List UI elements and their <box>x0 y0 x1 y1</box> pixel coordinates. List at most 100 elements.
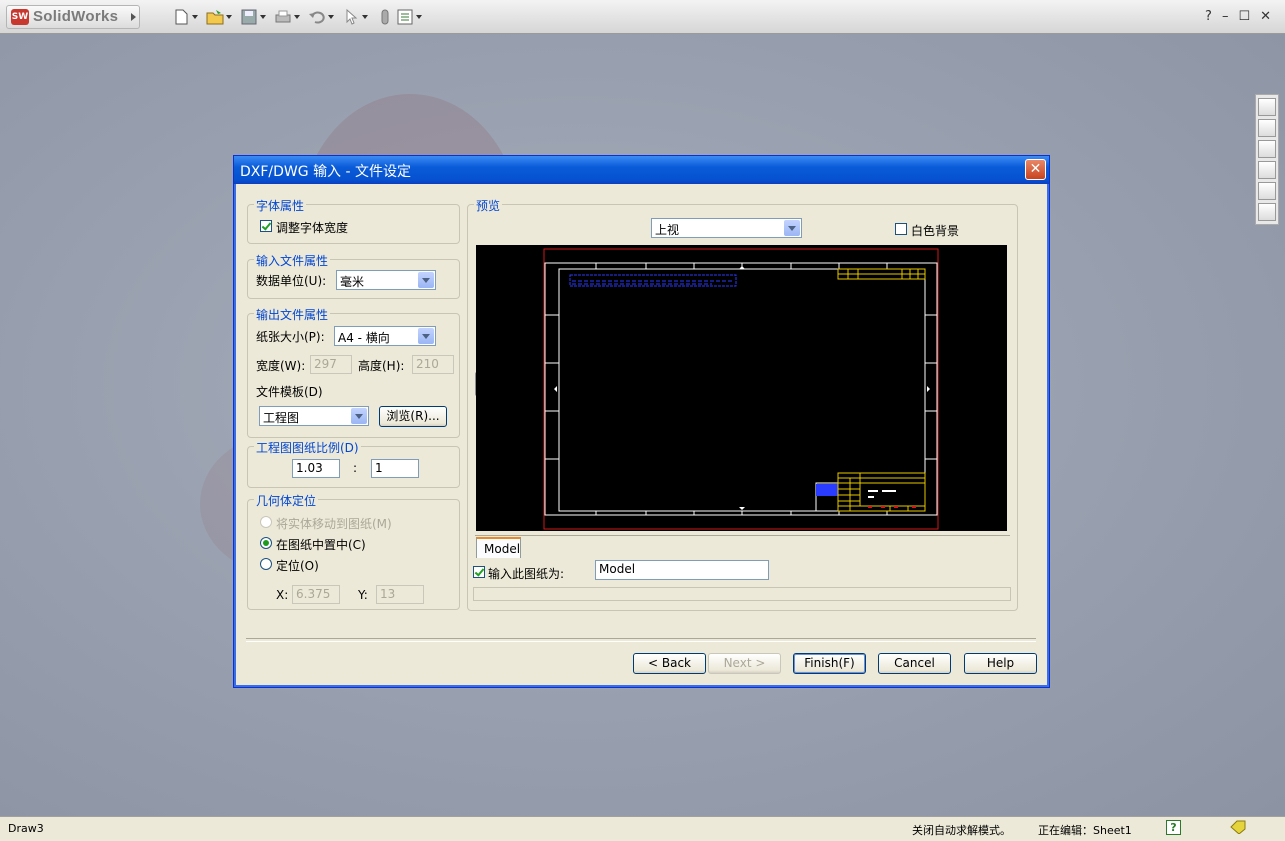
chevron-down-icon[interactable] <box>260 15 266 19</box>
group-label: 输出文件属性 <box>254 306 331 323</box>
window-controls: ? – ☐ ✕ <box>1205 9 1271 24</box>
status-bar: Draw3 关闭自动求解模式。 正在编辑：Sheet1 ? <box>0 816 1285 841</box>
adjust-font-width-label: 调整字体宽度 <box>276 221 349 235</box>
data-unit-label: 数据单位(U): <box>256 274 327 288</box>
position-radio[interactable] <box>260 558 272 570</box>
select-pointer-icon[interactable] <box>342 8 360 26</box>
file-explorer-icon[interactable] <box>1258 140 1276 158</box>
import-sheet-as-checkbox[interactable] <box>473 566 485 578</box>
white-background-label: 白色背景 <box>911 224 960 238</box>
paper-size-label: 纸张大小(P): <box>256 330 325 344</box>
next-button[interactable]: Next > <box>708 653 781 674</box>
white-background-checkbox[interactable] <box>895 223 907 235</box>
scale-numerator-input[interactable]: 1.03 <box>292 459 340 478</box>
paper-size-select[interactable]: A4 - 横向 <box>334 326 436 346</box>
center-on-sheet-label: 在图纸中置中(C) <box>276 538 366 552</box>
data-unit-value: 毫米 <box>340 275 365 289</box>
dialog-close-button[interactable]: ✕ <box>1025 159 1046 180</box>
status-document: Draw3 <box>8 822 44 835</box>
move-to-sheet-label: 将实体移动到图纸(M) <box>276 517 392 531</box>
width-label: 宽度(W): <box>256 359 306 373</box>
title-block-logo <box>816 484 838 496</box>
height-label: 高度(H): <box>358 359 405 373</box>
inner-frame <box>558 268 926 512</box>
chevron-down-icon[interactable] <box>418 328 434 344</box>
dxf-import-dialog: DXF/DWG 输入 - 文件设定 ✕ 字体属性 调整字体宽度 输入文件属性 数… <box>233 155 1050 688</box>
x-label: X: <box>276 588 289 602</box>
height-input[interactable]: 210 <box>412 355 454 374</box>
solidworks-menu-button[interactable]: SW SolidWorks <box>6 5 140 29</box>
output-file-properties-group: 输出文件属性 纸张大小(P): A4 - 横向 宽度(W): 297 高度(H)… <box>247 306 460 438</box>
reversed-title-text <box>572 280 732 285</box>
scale-separator: : <box>353 461 358 475</box>
tab-model[interactable]: Model <box>476 537 521 558</box>
chevron-down-icon[interactable] <box>294 15 300 19</box>
browse-button[interactable]: 浏览(R)... <box>379 406 447 427</box>
appearances-icon[interactable] <box>1258 182 1276 200</box>
import-sheet-as-label: 输入此图纸为: <box>488 567 565 581</box>
save-icon[interactable] <box>240 8 258 26</box>
close-window-button[interactable]: ✕ <box>1260 9 1271 24</box>
tab-model-label: Model <box>484 542 521 556</box>
minimize-button[interactable]: – <box>1222 9 1229 24</box>
scale-denominator-input[interactable]: 1 <box>371 459 419 478</box>
data-unit-select[interactable]: 毫米 <box>336 270 436 290</box>
task-pane-tabs <box>1255 94 1279 225</box>
app-toolbar: SW SolidWorks ? – ☐ ✕ <box>0 0 1285 34</box>
undo-icon[interactable] <box>308 8 326 26</box>
chevron-down-icon[interactable] <box>362 15 368 19</box>
input-file-properties-group: 输入文件属性 数据单位(U): 毫米 <box>247 252 460 299</box>
tag-icon[interactable] <box>1230 820 1246 835</box>
print-icon[interactable] <box>274 8 292 26</box>
open-folder-icon[interactable] <box>206 8 224 26</box>
template-select[interactable]: 工程图 <box>259 406 369 426</box>
cancel-button[interactable]: Cancel <box>878 653 951 674</box>
chevron-down-icon[interactable] <box>784 220 800 236</box>
y-input[interactable]: 13 <box>376 585 424 604</box>
group-label: 几何体定位 <box>254 492 319 509</box>
title-block <box>837 472 926 512</box>
dialog-titlebar[interactable]: DXF/DWG 输入 - 文件设定 ✕ <box>234 156 1049 184</box>
help-icon[interactable]: ? <box>1166 820 1181 835</box>
options-icon[interactable] <box>396 8 414 26</box>
adjust-font-width-checkbox[interactable] <box>260 220 272 232</box>
tab-strip-line <box>475 535 1010 536</box>
dialog-title: DXF/DWG 输入 - 文件设定 <box>240 164 412 180</box>
group-label: 字体属性 <box>254 197 307 214</box>
center-on-sheet-radio[interactable] <box>260 537 272 549</box>
restore-button[interactable]: ☐ <box>1238 9 1250 24</box>
help-button[interactable]: Help <box>964 653 1037 674</box>
group-label: 输入文件属性 <box>254 252 331 269</box>
status-solve-mode: 关闭自动求解模式。 <box>912 824 1011 837</box>
chevron-down-icon[interactable] <box>328 15 334 19</box>
chevron-down-icon[interactable] <box>418 272 434 288</box>
width-input[interactable]: 297 <box>310 355 352 374</box>
chevron-down-icon[interactable] <box>226 15 232 19</box>
move-to-sheet-radio[interactable] <box>260 516 272 528</box>
paper-size-value: A4 - 横向 <box>338 331 390 345</box>
finish-button[interactable]: Finish(F) <box>793 653 866 674</box>
app-title: SolidWorks <box>33 8 119 25</box>
home-icon[interactable] <box>1258 98 1276 116</box>
help-icon[interactable]: ? <box>1205 9 1212 24</box>
view-orientation-select[interactable]: 上视 <box>651 218 802 238</box>
position-label: 定位(O) <box>276 559 319 573</box>
design-library-icon[interactable] <box>1258 119 1276 137</box>
rebuild-icon[interactable] <box>376 8 394 26</box>
x-input[interactable]: 6.375 <box>292 585 340 604</box>
new-document-icon[interactable] <box>172 8 190 26</box>
chevron-down-icon[interactable] <box>192 15 198 19</box>
geometry-positioning-group: 几何体定位 将实体移动到图纸(M) 在图纸中置中(C) 定位(O) X: 6.3… <box>247 492 460 610</box>
y-label: Y: <box>358 588 368 602</box>
import-sheet-as-input[interactable]: Model <box>595 560 769 580</box>
dxf-preview-canvas[interactable] <box>476 245 1007 531</box>
chevron-down-icon[interactable] <box>351 408 367 424</box>
view-palette-icon[interactable] <box>1258 161 1276 179</box>
custom-properties-icon[interactable] <box>1258 203 1276 221</box>
back-button[interactable]: < Back <box>633 653 706 674</box>
solidworks-logo-icon: SW <box>11 9 29 25</box>
sheet-boundary <box>543 248 939 530</box>
outer-frame <box>544 262 938 516</box>
view-orientation-value: 上视 <box>655 223 680 237</box>
chevron-down-icon[interactable] <box>416 15 422 19</box>
